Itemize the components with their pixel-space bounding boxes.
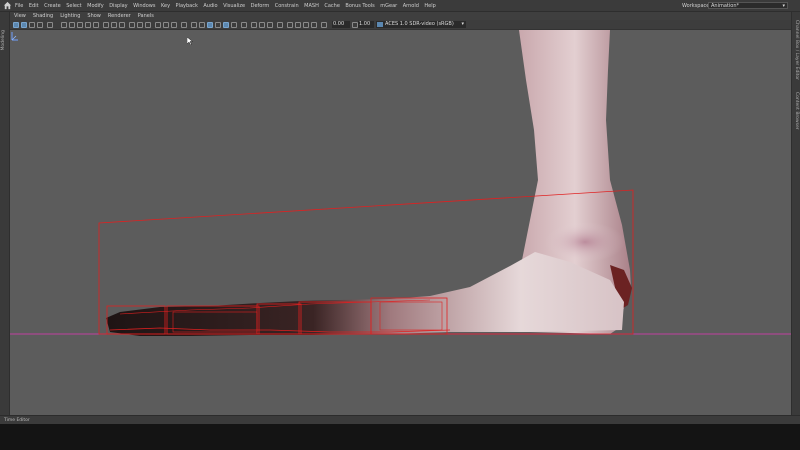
- color-management-icon: [377, 22, 383, 27]
- grid-icon[interactable]: [47, 21, 53, 28]
- panel-menu-lighting[interactable]: Lighting: [60, 13, 80, 19]
- exposure-icon[interactable]: [311, 21, 317, 28]
- panel-menu-panels[interactable]: Panels: [138, 13, 154, 19]
- textured-icon[interactable]: [129, 21, 135, 28]
- content-browser-tab[interactable]: Content Browser: [794, 92, 799, 130]
- camera-lock-icon[interactable]: [303, 21, 309, 28]
- xray-icon[interactable]: [163, 21, 169, 28]
- menu-items: File Edit Create Select Modify Display W…: [15, 0, 441, 11]
- smooth-shade-icon[interactable]: [111, 21, 117, 28]
- panel-toolbar: 0.00 1.00 ACES 1.0 SDR-video (sRGB) ▾: [10, 20, 791, 30]
- menu-windows[interactable]: Windows: [133, 3, 155, 9]
- menu-bonus-tools[interactable]: Bonus Tools: [345, 3, 374, 9]
- panel-menu-view[interactable]: View: [14, 13, 26, 19]
- menu-modify[interactable]: Modify: [87, 3, 104, 9]
- lights-icon[interactable]: [137, 21, 143, 28]
- bottom-area: [0, 424, 800, 450]
- main-menubar: File Edit Create Select Modify Display W…: [0, 0, 800, 12]
- left-side-strip: Modeling: [0, 12, 10, 415]
- pan-zoom-icon[interactable]: [287, 21, 293, 28]
- gamma-field[interactable]: 1.00: [358, 21, 374, 28]
- film-gate-icon[interactable]: [61, 21, 67, 28]
- menu-audio[interactable]: Audio: [203, 3, 217, 9]
- xray-joints-icon[interactable]: [171, 21, 177, 28]
- bookmark-icon[interactable]: [29, 21, 35, 28]
- chevron-down-icon: ▾: [461, 21, 464, 27]
- playblast-icon[interactable]: [277, 21, 283, 28]
- ambient-occlusion-icon[interactable]: [199, 21, 205, 28]
- ankle-shading: [545, 222, 625, 262]
- ipr-icon[interactable]: [259, 21, 265, 28]
- axis-gizmo-icon: [11, 32, 18, 41]
- menu-help[interactable]: Help: [424, 3, 435, 9]
- flat-shade-icon[interactable]: [119, 21, 125, 28]
- menu-mash[interactable]: MASH: [304, 3, 319, 9]
- shadows-icon[interactable]: [145, 21, 151, 28]
- menu-key[interactable]: Key: [161, 3, 170, 9]
- snapshot-icon[interactable]: [267, 21, 273, 28]
- gamma-icon[interactable]: [321, 21, 327, 28]
- color-space-value: ACES 1.0 SDR-video (sRGB): [385, 21, 454, 27]
- menu-mgear[interactable]: mGear: [380, 3, 397, 9]
- backface-icon[interactable]: [191, 21, 197, 28]
- home-icon[interactable]: [3, 1, 12, 10]
- 3d-viewport[interactable]: [10, 30, 791, 415]
- color-space-select[interactable]: ACES 1.0 SDR-video (sRGB) ▾: [376, 21, 466, 28]
- menu-playback[interactable]: Playback: [176, 3, 198, 9]
- antialias-icon[interactable]: [207, 21, 213, 28]
- right-side-strip: Channel Box / Layer Editor Content Brows…: [791, 12, 800, 415]
- screen-space-icon[interactable]: [231, 21, 237, 28]
- foot-mesh: [106, 252, 624, 336]
- panel-menu-show[interactable]: Show: [87, 13, 101, 19]
- render-icon[interactable]: [251, 21, 257, 28]
- field-chart-icon[interactable]: [85, 21, 91, 28]
- image-plane-icon[interactable]: [37, 21, 43, 28]
- menu-edit[interactable]: Edit: [29, 3, 39, 9]
- gate-mask-icon[interactable]: [77, 21, 83, 28]
- panel-menu-shading[interactable]: Shading: [33, 13, 53, 19]
- time-editor-bar[interactable]: Time Editor: [0, 415, 800, 424]
- workspace-label: Workspace:: [682, 3, 712, 9]
- xray-active-icon[interactable]: [181, 21, 187, 28]
- isolate-icon[interactable]: [155, 21, 161, 28]
- exposure-field[interactable]: 0.00: [332, 21, 350, 28]
- panel-menubar: View Shading Lighting Show Renderer Pane…: [10, 12, 791, 20]
- hud-icon[interactable]: [241, 21, 247, 28]
- menu-display[interactable]: Display: [109, 3, 127, 9]
- panel-menu-renderer[interactable]: Renderer: [108, 13, 131, 19]
- safe-action-icon[interactable]: [93, 21, 99, 28]
- camera-attributes-icon[interactable]: [21, 21, 27, 28]
- viewport-scene: [10, 30, 791, 336]
- menu-select[interactable]: Select: [66, 3, 81, 9]
- menu-arnold[interactable]: Arnold: [403, 3, 419, 9]
- menu-file[interactable]: File: [15, 3, 23, 9]
- menu-create[interactable]: Create: [44, 3, 61, 9]
- workspace-value: Animation*: [711, 3, 739, 9]
- select-camera-icon[interactable]: [13, 21, 19, 28]
- wireframe-icon[interactable]: [103, 21, 109, 28]
- left-strip-label[interactable]: Modeling: [1, 30, 6, 50]
- motion-blur-icon[interactable]: [223, 21, 229, 28]
- menu-cache[interactable]: Cache: [324, 3, 340, 9]
- time-editor-label: Time Editor: [4, 417, 30, 423]
- resolution-gate-icon[interactable]: [69, 21, 75, 28]
- channel-box-tab[interactable]: Channel Box / Layer Editor: [794, 20, 799, 80]
- menu-visualize[interactable]: Visualize: [223, 3, 245, 9]
- menu-constrain[interactable]: Constrain: [275, 3, 299, 9]
- mouse-cursor-icon: [187, 37, 193, 45]
- menu-deform[interactable]: Deform: [251, 3, 270, 9]
- grease-pencil-icon[interactable]: [295, 21, 301, 28]
- depth-of-field-icon[interactable]: [215, 21, 221, 28]
- chevron-down-icon: ▾: [782, 3, 785, 9]
- workspace-select[interactable]: Animation* ▾: [708, 2, 788, 9]
